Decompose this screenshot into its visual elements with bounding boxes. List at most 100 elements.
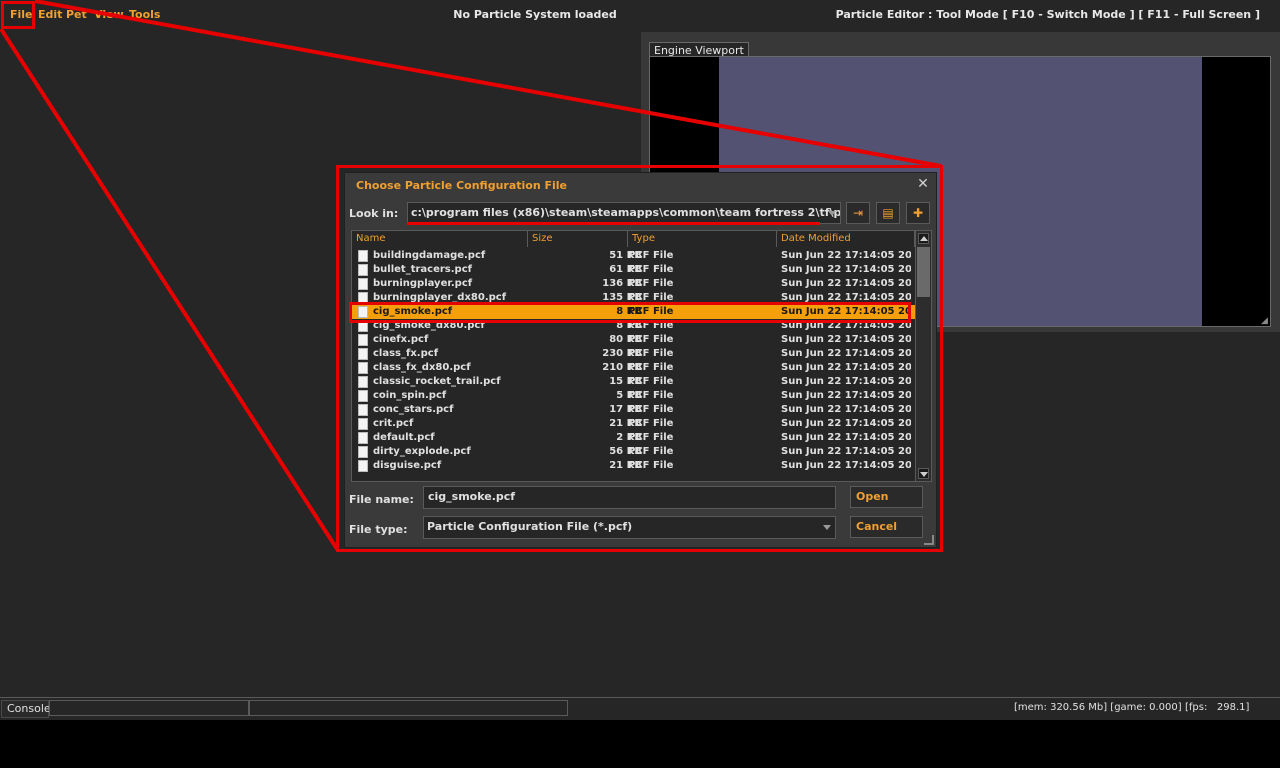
column-header-size[interactable]: Size <box>528 231 628 247</box>
new-folder-icon: ✚ <box>912 206 924 220</box>
choose-file-dialog: Choose Particle Configuration File ✕ Loo… <box>344 172 937 548</box>
file-name-cell: disguise.pcf <box>373 460 442 471</box>
column-header-type[interactable]: Type <box>628 231 777 247</box>
file-type-combo[interactable]: Particle Configuration File (*.pcf) <box>423 516 836 539</box>
look-in-path: c:\program files (x86)\steam\steamapps\c… <box>411 206 841 219</box>
file-icon <box>358 334 368 346</box>
file-icon <box>358 446 368 458</box>
table-row[interactable]: coin_spin.pcf 5 KB PCF File Sun Jun 22 17:1… <box>352 389 915 403</box>
table-row[interactable]: burningplayer_dx80.pcf 135 KB PCF File Sun … <box>352 291 915 305</box>
table-row[interactable]: cig_smoke_dx80.pcf 8 KB PCF File Sun Jun 22… <box>352 319 915 333</box>
file-name-label: File name: <box>349 493 414 506</box>
look-in-combo[interactable]: c:\program files (x86)\steam\steamapps\c… <box>407 202 841 224</box>
file-date-cell: Sun Jun 22 17:14:05 20. <box>781 278 911 289</box>
file-name-cell: crit.pcf <box>373 418 414 429</box>
file-name-cell: burningplayer_dx80.pcf <box>373 292 507 303</box>
table-row[interactable]: crit.pcf 21 KB PCF File Sun Jun 22 17:14:05… <box>352 417 915 431</box>
cancel-button[interactable]: Cancel <box>850 516 923 538</box>
menu-bar: File Edit Pet View Tools No Particle Sys… <box>0 0 1280 28</box>
file-type-cell: PCF File <box>628 320 674 331</box>
file-name-cell: coin_spin.pcf <box>373 390 447 401</box>
console-output-field[interactable] <box>249 700 568 716</box>
file-list[interactable]: Name Size Type Date Modified buildingdam… <box>351 230 932 482</box>
file-size-cell: 5 KB <box>616 390 642 401</box>
file-date-cell: Sun Jun 22 17:14:05 20. <box>781 432 911 443</box>
dialog-resize-grip-icon[interactable] <box>924 535 934 545</box>
file-type-cell: PCF File <box>628 446 674 457</box>
file-name-cell: cig_smoke_dx80.pcf <box>373 320 485 331</box>
file-date-cell: Sun Jun 22 17:14:05 20. <box>781 292 911 303</box>
file-name-input[interactable]: cig_smoke.pcf <box>423 486 836 509</box>
file-name-cell: default.pcf <box>373 432 435 443</box>
file-date-cell: Sun Jun 22 17:14:05 20. <box>781 376 911 387</box>
scroll-up-icon[interactable] <box>918 233 929 244</box>
file-date-cell: Sun Jun 22 17:14:05 20. <box>781 348 911 359</box>
file-date-cell: Sun Jun 22 17:14:05 20. <box>781 306 911 317</box>
file-date-cell: Sun Jun 22 17:14:05 20. <box>781 334 911 345</box>
file-date-cell: Sun Jun 22 17:14:05 20. <box>781 460 911 471</box>
table-row[interactable]: conc_stars.pcf 17 KB PCF File Sun Jun 22 17… <box>352 403 915 417</box>
column-header-name[interactable]: Name <box>352 231 528 247</box>
close-icon[interactable]: ✕ <box>916 177 930 191</box>
file-date-cell: Sun Jun 22 17:14:05 20. <box>781 320 911 331</box>
file-icon <box>358 264 368 276</box>
table-row[interactable]: dirty_explode.pcf 56 KB PCF File Sun Jun 22… <box>352 445 915 459</box>
file-name-cell: conc_stars.pcf <box>373 404 454 415</box>
file-size-cell: 136 KB <box>602 278 642 289</box>
scroll-down-icon[interactable] <box>918 468 929 479</box>
file-size-cell: 17 KB <box>609 404 642 415</box>
file-type-cell: PCF File <box>628 376 674 387</box>
file-type-cell: PCF File <box>628 250 674 261</box>
file-icon <box>358 432 368 444</box>
file-type-cell: PCF File <box>628 390 674 401</box>
file-size-cell: 135 KB <box>602 292 642 303</box>
file-name-cell: class_fx.pcf <box>373 348 439 359</box>
status-bar: Console [mem: 320.56 Mb] [game: 0.000] [… <box>0 697 1280 720</box>
console-input[interactable] <box>49 700 249 716</box>
file-name-cell: buildingdamage.pcf <box>373 250 486 261</box>
file-icon <box>358 250 368 262</box>
file-date-cell: Sun Jun 22 17:14:05 20. <box>781 390 911 401</box>
dialog-title: Choose Particle Configuration File <box>356 179 568 192</box>
go-up-button[interactable]: ⇥ <box>846 202 870 224</box>
file-icon <box>358 376 368 388</box>
table-row[interactable]: classic_rocket_trail.pcf 15 KB PCF File Sun… <box>352 375 915 389</box>
file-size-cell: 8 KB <box>616 320 642 331</box>
table-row[interactable]: buildingdamage.pcf 51 KB PCF File Sun Jun 2… <box>352 249 915 263</box>
file-icon <box>358 404 368 416</box>
file-date-cell: Sun Jun 22 17:14:05 20. <box>781 418 911 429</box>
new-folder-button[interactable]: ✚ <box>906 202 930 224</box>
file-icon <box>358 306 368 318</box>
viewport-resize-grip-icon[interactable]: ◢ <box>1261 317 1269 326</box>
file-rows: buildingdamage.pcf 51 KB PCF File Sun Jun 2… <box>352 249 915 481</box>
file-size-cell: 51 KB <box>609 250 642 261</box>
file-type-cell: PCF File <box>628 264 674 275</box>
chevron-down-icon <box>823 525 831 530</box>
table-row[interactable]: default.pcf 2 KB PCF File Sun Jun 22 17:14:… <box>352 431 915 445</box>
file-name-cell: class_fx_dx80.pcf <box>373 362 471 373</box>
look-in-label: Look in: <box>349 207 399 220</box>
table-row[interactable]: burningplayer.pcf 136 KB PCF File Sun Jun 2… <box>352 277 915 291</box>
file-icon <box>358 362 368 374</box>
tool-mode-text: Particle Editor : Tool Mode [ F10 - Swit… <box>835 8 1260 21</box>
table-row-selected[interactable]: cig_smoke.pcf 8 KB PCF File Sun Jun 22 17:1… <box>352 305 915 319</box>
file-type-cell: PCF File <box>628 432 674 443</box>
file-size-cell: 2 KB <box>616 432 642 443</box>
parent-folder-button[interactable]: ▤ <box>876 202 900 224</box>
scrollbar-thumb[interactable] <box>917 247 930 297</box>
table-row[interactable]: class_fx_dx80.pcf 210 KB PCF File Sun Jun 2… <box>352 361 915 375</box>
column-header-date[interactable]: Date Modified <box>777 231 915 247</box>
table-row[interactable]: bullet_tracers.pcf 61 KB PCF File Sun Jun 2… <box>352 263 915 277</box>
table-row[interactable]: disguise.pcf 21 KB PCF File Sun Jun 22 17:1… <box>352 459 915 473</box>
file-date-cell: Sun Jun 22 17:14:05 20. <box>781 362 911 373</box>
open-button[interactable]: Open <box>850 486 923 508</box>
file-type-cell: PCF File <box>628 348 674 359</box>
file-type-value: Particle Configuration File (*.pcf) <box>427 520 633 533</box>
file-type-cell: PCF File <box>628 292 674 303</box>
file-icon <box>358 320 368 332</box>
file-size-cell: 56 KB <box>609 446 642 457</box>
table-row[interactable]: class_fx.pcf 230 KB PCF File Sun Jun 22 17:… <box>352 347 915 361</box>
console-label[interactable]: Console <box>1 700 51 718</box>
table-row[interactable]: cinefx.pcf 80 KB PCF File Sun Jun 22 17:14:… <box>352 333 915 347</box>
vertical-scrollbar[interactable] <box>915 231 931 481</box>
